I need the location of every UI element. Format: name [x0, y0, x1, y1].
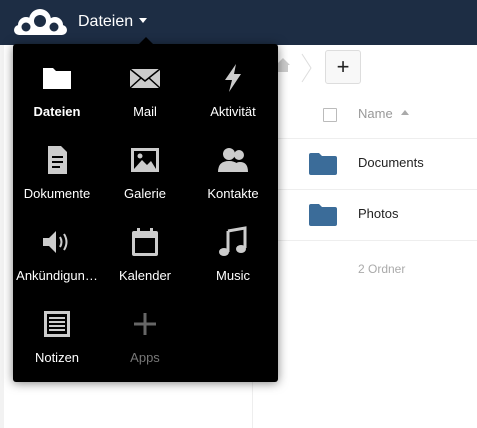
owncloud-logo-icon[interactable] [13, 6, 67, 38]
app-menu-pointer [138, 37, 154, 45]
app-menu-item-label: Notizen [34, 350, 80, 365]
app-menu: Dateien Mail Aktivität Dokumente Galerie… [13, 44, 278, 382]
folder-icon [309, 204, 337, 226]
app-menu-item-label: Apps [130, 350, 160, 365]
file-row-documents[interactable]: Documents [253, 139, 477, 190]
file-row-photos[interactable]: Photos [253, 190, 477, 241]
app-menu-item-contacts[interactable]: Kontakte [189, 126, 277, 208]
music-icon [219, 226, 247, 256]
folder-icon [43, 68, 71, 89]
app-menu-item-label: Galerie [124, 186, 166, 201]
document-icon [48, 146, 67, 174]
app-menu-item-files[interactable]: Dateien [13, 44, 101, 126]
contacts-icon [218, 148, 248, 172]
app-menu-item-label: Aktivität [210, 104, 256, 119]
file-list: Name Documents Photos 2 Ordner [253, 90, 477, 291]
new-file-button[interactable]: + [325, 50, 361, 84]
lightning-icon [225, 64, 241, 92]
breadcrumb-separator-icon [301, 53, 312, 83]
app-menu-item-notes[interactable]: Notizen [13, 290, 101, 372]
file-name[interactable]: Photos [358, 206, 398, 221]
header-bar: Dateien [0, 0, 477, 45]
app-menu-item-music[interactable]: Music [189, 208, 277, 290]
controls-bar: + [253, 45, 477, 90]
app-menu-item-label: Dokumente [23, 186, 91, 201]
app-menu-item-apps[interactable]: Apps [101, 290, 189, 372]
app-title-label: Dateien [78, 13, 134, 30]
column-header-name[interactable]: Name [358, 106, 409, 121]
notes-icon [44, 311, 70, 337]
app-menu-item-calendar[interactable]: Kalender [101, 208, 189, 290]
sidebar-edge [0, 45, 4, 428]
app-menu-item-gallery[interactable]: Galerie [101, 126, 189, 208]
app-menu-item-label: Mail [133, 104, 157, 119]
app-menu-item-label: Music [216, 268, 250, 283]
file-list-header: Name [253, 90, 477, 139]
column-name-label: Name [358, 106, 393, 121]
sort-ascending-icon [400, 110, 409, 116]
app-menu-item-label: Ankündigun… [16, 268, 98, 283]
image-icon [131, 148, 159, 172]
app-menu-item-mail[interactable]: Mail [101, 44, 189, 126]
file-summary-text: 2 Ordner [358, 262, 406, 276]
calendar-icon [132, 228, 158, 256]
app-menu-item-announcements[interactable]: Ankündigun… [13, 208, 101, 290]
file-summary: 2 Ordner [253, 241, 477, 291]
select-all-checkbox[interactable] [323, 108, 337, 122]
app-menu-item-activity[interactable]: Aktivität [189, 44, 277, 126]
plus-icon [134, 313, 156, 335]
app-menu-item-label: Kontakte [207, 186, 259, 201]
app-menu-item-label: Kalender [118, 268, 172, 283]
mail-icon [129, 68, 161, 89]
caret-down-icon [139, 18, 148, 24]
app-title-dropdown[interactable]: Dateien [78, 12, 148, 32]
speaker-icon [43, 231, 68, 253]
file-name[interactable]: Documents [358, 155, 424, 170]
folder-icon [309, 153, 337, 175]
app-menu-item-documents[interactable]: Dokumente [13, 126, 101, 208]
app-menu-item-label: Dateien [33, 104, 81, 119]
